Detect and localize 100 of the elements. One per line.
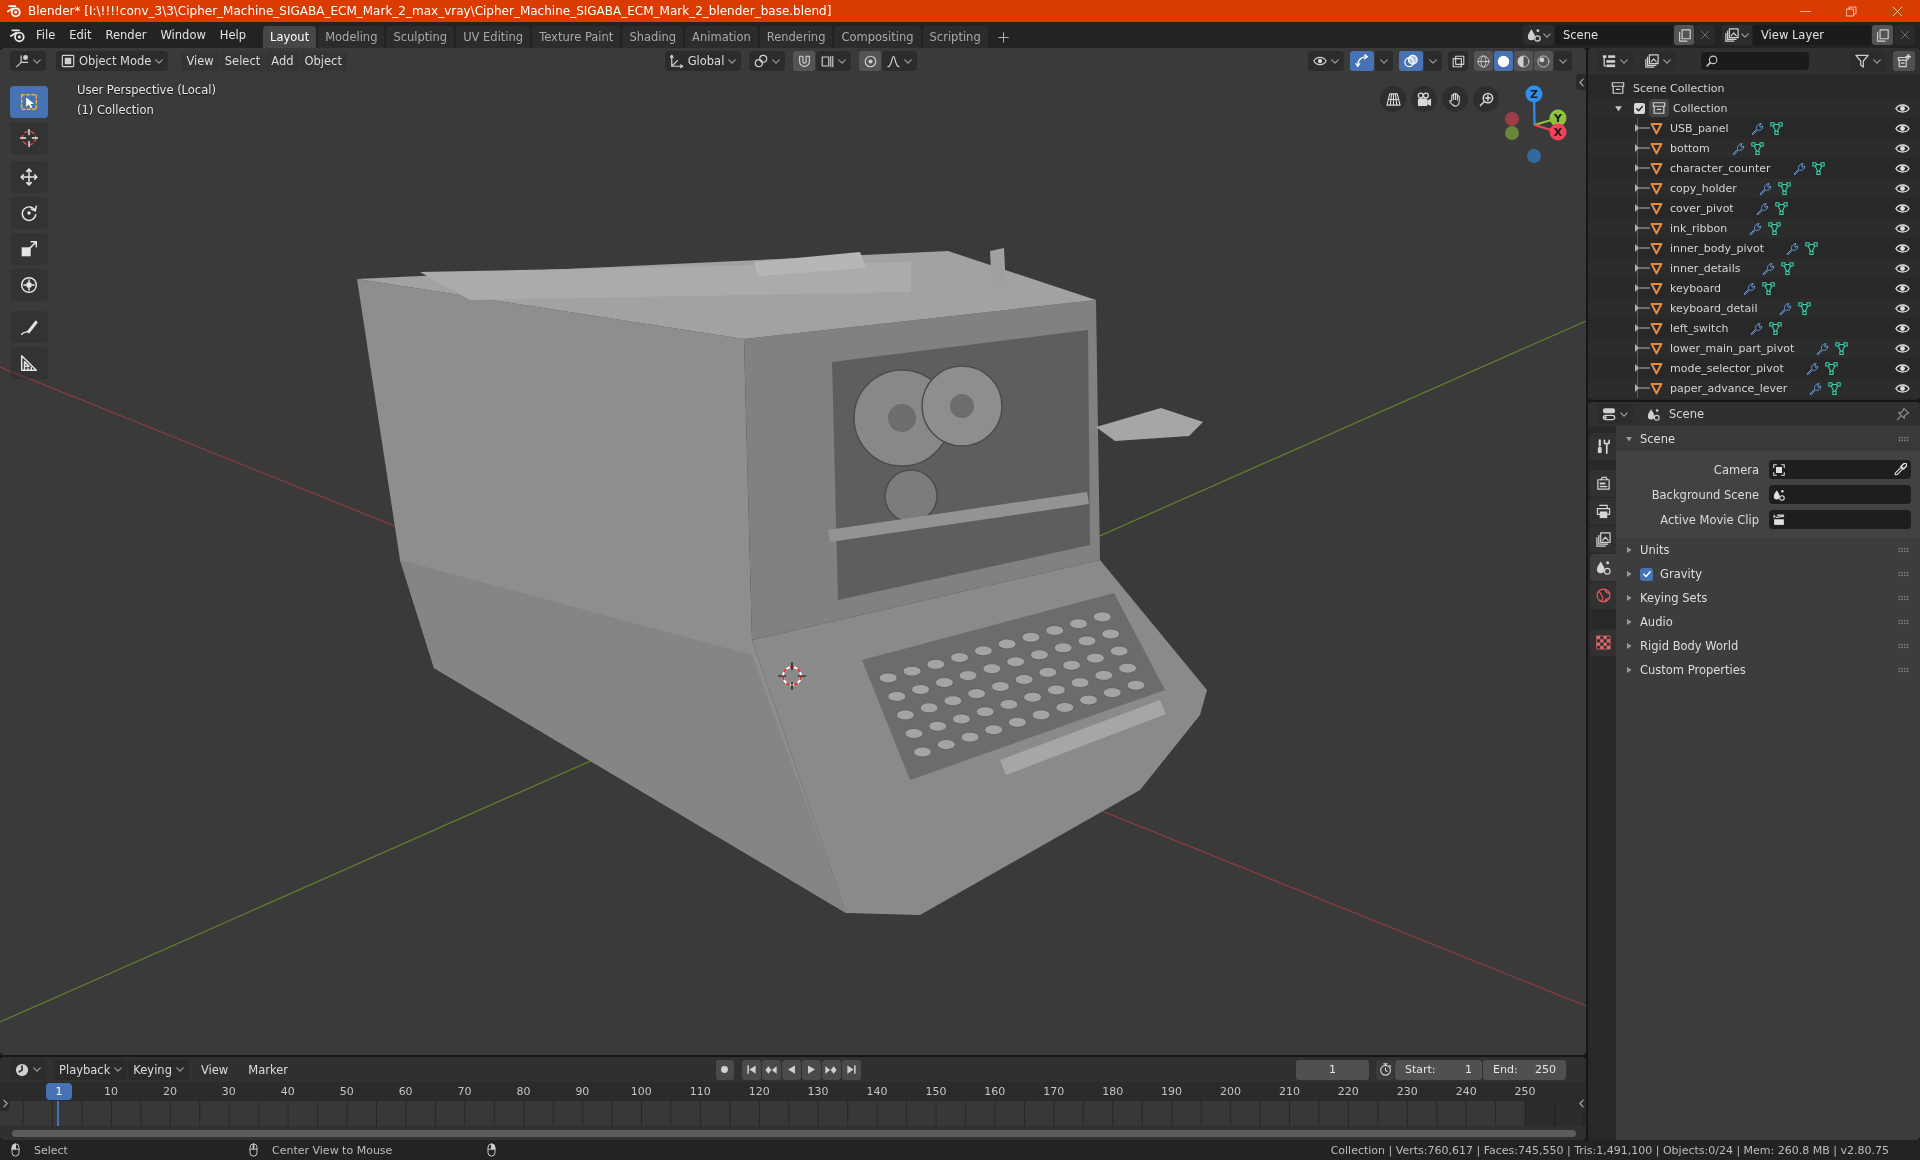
eyedropper-icon[interactable] (1894, 463, 1907, 476)
grip-icon[interactable] (1898, 571, 1909, 577)
unlink-button[interactable] (1894, 25, 1915, 45)
copy-button[interactable] (1674, 25, 1694, 45)
outliner-item[interactable]: paper_advance_lever (1588, 378, 1920, 398)
workspace-tab[interactable]: Compositing (834, 26, 921, 48)
tool-button[interactable] (10, 311, 48, 343)
checkbox[interactable] (1640, 567, 1653, 581)
menu-button[interactable]: Marker (244, 1059, 292, 1080)
shading-button[interactable] (1474, 51, 1493, 71)
end-frame-field[interactable]: End: 250 (1483, 1059, 1566, 1080)
play-reverse-button[interactable] (781, 1059, 801, 1080)
panel-header[interactable]: Keying Sets (1616, 586, 1920, 610)
axis-dot-icon[interactable] (1505, 112, 1519, 126)
tool-button[interactable] (10, 347, 48, 379)
axis-handle[interactable]: Y (1549, 109, 1567, 127)
grip-icon[interactable] (1898, 643, 1909, 649)
tool-button[interactable] (10, 161, 48, 193)
panel-header[interactable]: Scene (1616, 427, 1920, 451)
editor-type-dropdown[interactable] (1597, 404, 1633, 424)
scene-browse-button[interactable] (1523, 25, 1554, 45)
new-collection-button[interactable] (1893, 51, 1915, 71)
current-frame-field[interactable]: 1 (1296, 1059, 1369, 1080)
disclosure-triangle-icon[interactable] (1634, 343, 1650, 353)
tool-button[interactable] (10, 197, 48, 229)
outliner-item[interactable]: bottom (1588, 138, 1920, 158)
menu-button[interactable]: Select (219, 51, 266, 71)
pan-button[interactable] (1442, 86, 1468, 112)
menu-dropdown[interactable]: Playback (54, 1059, 128, 1080)
menu-item[interactable]: File (29, 25, 63, 45)
menu-dropdown[interactable]: Keying (128, 1059, 189, 1080)
shading-button[interactable] (1514, 51, 1533, 71)
zoom-button[interactable] (1473, 86, 1499, 112)
sidebar-toggle[interactable] (1576, 74, 1586, 90)
menu-button[interactable]: View (196, 1059, 233, 1080)
gizmo-toggle[interactable] (1350, 51, 1374, 71)
perspective-toggle-button[interactable] (1380, 86, 1406, 112)
panel-header[interactable]: Rigid Body World (1616, 634, 1920, 658)
disclosure-triangle-icon[interactable] (1634, 203, 1650, 213)
menu-item[interactable]: Help (212, 25, 254, 45)
copy-button[interactable] (1872, 25, 1893, 45)
snap-target-dropdown[interactable] (816, 51, 852, 71)
playhead-frame[interactable]: 1 (46, 1083, 72, 1100)
properties-tab[interactable] (1590, 629, 1616, 656)
properties-tab[interactable] (1590, 526, 1616, 553)
disclosure-triangle-icon[interactable] (1634, 263, 1650, 273)
orientation-dropdown[interactable]: Global (664, 51, 742, 71)
disclosure-triangle-icon[interactable] (1634, 143, 1650, 153)
panel-header[interactable]: Audio (1616, 610, 1920, 634)
outliner-item[interactable]: inner_details (1588, 258, 1920, 278)
3d-cursor-icon[interactable] (777, 661, 807, 691)
outliner-item[interactable]: ink_ribbon (1588, 218, 1920, 238)
shading-button[interactable] (1534, 51, 1553, 71)
axis-dot-icon[interactable] (1505, 126, 1519, 140)
next-keyframe-button[interactable] (821, 1059, 841, 1080)
grip-icon[interactable] (1898, 595, 1909, 601)
properties-tab[interactable] (1590, 433, 1616, 460)
workspace-tab[interactable]: UV Editing (456, 26, 531, 48)
jump-end-button[interactable] (841, 1059, 861, 1080)
workspace-tab[interactable]: Layout (263, 26, 317, 48)
grip-icon[interactable] (1898, 436, 1909, 442)
properties-tab[interactable] (1590, 554, 1616, 581)
tool-button[interactable] (10, 269, 48, 301)
previous-keyframe-button[interactable] (761, 1059, 781, 1080)
axis-handle[interactable]: Z (1525, 85, 1543, 103)
jump-start-button[interactable] (741, 1059, 761, 1080)
horizontal-scrollbar[interactable] (12, 1129, 1576, 1137)
outliner-item[interactable]: keyboard_detail (1588, 298, 1920, 318)
axis-dot-icon[interactable] (1527, 149, 1541, 163)
snap-toggle[interactable] (793, 51, 816, 71)
panel-header[interactable]: Custom Properties (1616, 658, 1920, 682)
pin-icon[interactable] (1896, 407, 1910, 421)
picker-field[interactable] (1769, 460, 1911, 479)
start-frame-field[interactable]: Start: 1 (1395, 1059, 1482, 1080)
workspace-tab[interactable]: Texture Paint (532, 26, 621, 48)
visibility-dropdown[interactable] (1308, 51, 1344, 71)
disclosure-triangle-icon[interactable] (1634, 183, 1650, 193)
panel-header[interactable]: Units (1616, 538, 1920, 562)
overlay-toggle[interactable] (1399, 51, 1423, 71)
grip-icon[interactable] (1898, 667, 1909, 673)
properties-tab[interactable] (1590, 470, 1616, 497)
disclosure-triangle-icon[interactable] (1634, 323, 1650, 333)
preview-range-toggle[interactable] (1376, 1059, 1394, 1080)
panel-header[interactable]: Gravity (1616, 562, 1920, 586)
workspace-tab[interactable]: Animation (685, 26, 758, 48)
workspace-tab[interactable]: Rendering (759, 26, 833, 48)
view-layer-field[interactable]: View Layer (1753, 25, 1871, 45)
menu-button[interactable]: Object (299, 51, 347, 71)
menu-button[interactable]: Add (266, 51, 299, 71)
workspace-tab[interactable]: Shading (622, 26, 684, 48)
disclosure-triangle-icon[interactable] (1634, 123, 1650, 133)
display-mode-dropdown[interactable] (1597, 51, 1633, 71)
menu-item[interactable]: Edit (62, 25, 99, 45)
grip-icon[interactable] (1898, 547, 1909, 553)
menu-item[interactable]: Window (153, 25, 213, 45)
disclosure-triangle-icon[interactable] (1634, 283, 1650, 293)
scene-field[interactable]: Scene (1555, 25, 1673, 45)
disclosure-triangle-icon[interactable] (1634, 243, 1650, 253)
picker-field[interactable] (1769, 485, 1911, 504)
disclosure-triangle-icon[interactable] (1634, 163, 1650, 173)
